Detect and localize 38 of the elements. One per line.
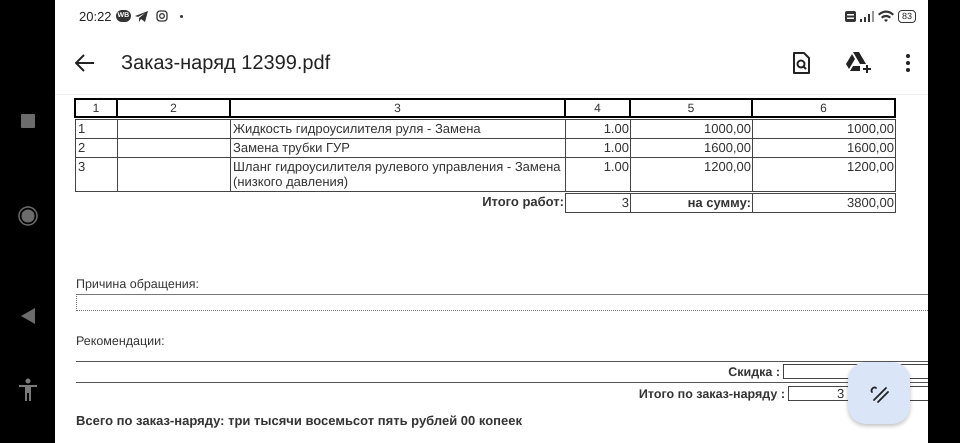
wifi-icon	[878, 10, 894, 22]
recommendations-label: Рекомендации:	[76, 334, 166, 348]
home-icon[interactable]	[18, 206, 38, 226]
order-total-label: Итого по заказ-наряду :	[638, 386, 785, 400]
table-cell: 3800,00	[752, 193, 896, 213]
clock-time: 20:22	[79, 8, 112, 24]
dot-icon	[180, 14, 184, 18]
table-cell: 1000,00	[752, 119, 896, 139]
total-in-words: Всего по заказ-наряду: три тысячи восемьсот пять рублей 00 копеек	[76, 413, 523, 428]
edit-button[interactable]	[848, 362, 910, 424]
column-header: 2	[116, 98, 231, 118]
total-label: Итого работ:	[481, 193, 565, 211]
column-header: 4	[564, 98, 631, 118]
signal-icon	[860, 10, 874, 22]
accessibility-icon[interactable]	[18, 378, 38, 402]
back-icon[interactable]	[20, 308, 34, 324]
document-title: Заказ-наряд 12399.pdf	[121, 52, 332, 74]
camera-icon	[156, 10, 168, 22]
table-cell: 3	[565, 193, 631, 213]
column-header: 1	[74, 98, 118, 118]
paper-plane-icon	[135, 10, 148, 22]
drive-add-icon[interactable]	[846, 52, 872, 74]
column-header: 5	[629, 98, 753, 118]
table-cell: 3	[75, 157, 118, 192]
table-cell: на сумму:	[630, 193, 753, 213]
table-cell: Жидкость гидроусилителя руля - Замена	[230, 119, 566, 139]
table-cell: 1200,00	[752, 157, 896, 192]
volte-icon	[844, 10, 856, 22]
discount-label: Скидка :	[728, 364, 780, 378]
column-header: 3	[229, 98, 566, 118]
recent-apps-icon[interactable]	[20, 114, 34, 128]
reason-label: Причина обращения:	[76, 277, 200, 291]
back-arrow-icon[interactable]	[75, 54, 95, 72]
battery-level: 83	[898, 10, 916, 22]
table-cell: 1	[75, 119, 118, 139]
more-options-icon[interactable]	[906, 54, 910, 72]
column-header: 6	[751, 98, 896, 118]
search-document-icon[interactable]	[792, 52, 810, 74]
